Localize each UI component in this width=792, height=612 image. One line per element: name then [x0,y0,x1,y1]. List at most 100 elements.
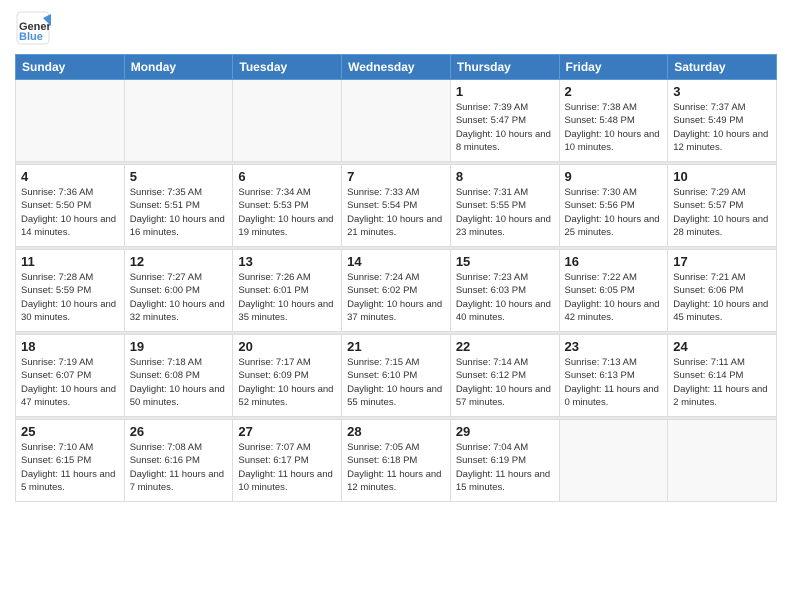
calendar-week-0: 1 Sunrise: 7:39 AM Sunset: 5:47 PM Daylig… [16,80,777,162]
calendar-cell: 7 Sunrise: 7:33 AM Sunset: 5:54 PM Daylig… [342,165,451,247]
weekday-header-friday: Friday [559,55,668,80]
calendar-cell [668,420,777,502]
calendar-cell [342,80,451,162]
calendar-table: SundayMondayTuesdayWednesdayThursdayFrid… [15,54,777,502]
day-number: 1 [456,84,554,99]
day-info: Sunrise: 7:22 AM Sunset: 6:05 PM Dayligh… [565,271,663,324]
weekday-header-monday: Monday [124,55,233,80]
weekday-header-wednesday: Wednesday [342,55,451,80]
calendar-cell: 4 Sunrise: 7:36 AM Sunset: 5:50 PM Daylig… [16,165,125,247]
calendar-week-1: 4 Sunrise: 7:36 AM Sunset: 5:50 PM Daylig… [16,165,777,247]
day-number: 20 [238,339,336,354]
day-info: Sunrise: 7:11 AM Sunset: 6:14 PM Dayligh… [673,356,771,409]
calendar-cell: 17 Sunrise: 7:21 AM Sunset: 6:06 PM Dayli… [668,250,777,332]
calendar-cell: 28 Sunrise: 7:05 AM Sunset: 6:18 PM Dayli… [342,420,451,502]
day-number: 8 [456,169,554,184]
weekday-header-sunday: Sunday [16,55,125,80]
day-number: 15 [456,254,554,269]
day-info: Sunrise: 7:35 AM Sunset: 5:51 PM Dayligh… [130,186,228,239]
calendar-cell: 24 Sunrise: 7:11 AM Sunset: 6:14 PM Dayli… [668,335,777,417]
day-info: Sunrise: 7:30 AM Sunset: 5:56 PM Dayligh… [565,186,663,239]
day-number: 9 [565,169,663,184]
day-info: Sunrise: 7:26 AM Sunset: 6:01 PM Dayligh… [238,271,336,324]
day-info: Sunrise: 7:07 AM Sunset: 6:17 PM Dayligh… [238,441,336,494]
calendar-cell: 21Sunrise: 7:15 AM Sunset: 6:10 PM Dayli… [342,335,451,417]
calendar-cell: 3 Sunrise: 7:37 AM Sunset: 5:49 PM Daylig… [668,80,777,162]
day-number: 25 [21,424,119,439]
weekday-header-tuesday: Tuesday [233,55,342,80]
calendar-cell: 18Sunrise: 7:19 AM Sunset: 6:07 PM Dayli… [16,335,125,417]
day-info: Sunrise: 7:36 AM Sunset: 5:50 PM Dayligh… [21,186,119,239]
calendar-cell: 14 Sunrise: 7:24 AM Sunset: 6:02 PM Dayli… [342,250,451,332]
calendar-cell: 26Sunrise: 7:08 AM Sunset: 6:16 PM Dayli… [124,420,233,502]
day-number: 6 [238,169,336,184]
day-info: Sunrise: 7:31 AM Sunset: 5:55 PM Dayligh… [456,186,554,239]
day-number: 19 [130,339,228,354]
day-number: 5 [130,169,228,184]
day-number: 29 [456,424,554,439]
day-info: Sunrise: 7:39 AM Sunset: 5:47 PM Dayligh… [456,101,554,154]
day-number: 17 [673,254,771,269]
calendar-cell: 1 Sunrise: 7:39 AM Sunset: 5:47 PM Daylig… [450,80,559,162]
calendar-week-3: 18Sunrise: 7:19 AM Sunset: 6:07 PM Dayli… [16,335,777,417]
day-number: 26 [130,424,228,439]
day-info: Sunrise: 7:27 AM Sunset: 6:00 PM Dayligh… [130,271,228,324]
calendar-week-4: 25 Sunrise: 7:10 AM Sunset: 6:15 PM Dayli… [16,420,777,502]
day-number: 4 [21,169,119,184]
day-info: Sunrise: 7:05 AM Sunset: 6:18 PM Dayligh… [347,441,445,494]
day-number: 27 [238,424,336,439]
day-number: 18 [21,339,119,354]
day-number: 11 [21,254,119,269]
logo-icon: General Blue [15,10,51,46]
day-number: 28 [347,424,445,439]
day-info: Sunrise: 7:37 AM Sunset: 5:49 PM Dayligh… [673,101,771,154]
day-number: 2 [565,84,663,99]
day-number: 23 [565,339,663,354]
page: General Blue SundayMondayTuesdayWednesda… [0,0,792,512]
day-number: 16 [565,254,663,269]
calendar-cell: 25 Sunrise: 7:10 AM Sunset: 6:15 PM Dayli… [16,420,125,502]
calendar-cell: 29 Sunrise: 7:04 AM Sunset: 6:19 PM Dayli… [450,420,559,502]
calendar-cell: 2Sunrise: 7:38 AM Sunset: 5:48 PM Daylig… [559,80,668,162]
day-number: 13 [238,254,336,269]
day-number: 3 [673,84,771,99]
day-info: Sunrise: 7:10 AM Sunset: 6:15 PM Dayligh… [21,441,119,494]
calendar-week-2: 11 Sunrise: 7:28 AM Sunset: 5:59 PM Dayli… [16,250,777,332]
weekday-header-thursday: Thursday [450,55,559,80]
calendar-cell: 27 Sunrise: 7:07 AM Sunset: 6:17 PM Dayli… [233,420,342,502]
calendar-cell: 12 Sunrise: 7:27 AM Sunset: 6:00 PM Dayli… [124,250,233,332]
header: General Blue [15,10,777,46]
day-info: Sunrise: 7:28 AM Sunset: 5:59 PM Dayligh… [21,271,119,324]
calendar-cell: 16 Sunrise: 7:22 AM Sunset: 6:05 PM Dayli… [559,250,668,332]
day-number: 14 [347,254,445,269]
calendar-cell: 22Sunrise: 7:14 AM Sunset: 6:12 PM Dayli… [450,335,559,417]
calendar-cell [559,420,668,502]
day-info: Sunrise: 7:24 AM Sunset: 6:02 PM Dayligh… [347,271,445,324]
weekday-header-saturday: Saturday [668,55,777,80]
day-info: Sunrise: 7:33 AM Sunset: 5:54 PM Dayligh… [347,186,445,239]
day-number: 12 [130,254,228,269]
day-info: Sunrise: 7:21 AM Sunset: 6:06 PM Dayligh… [673,271,771,324]
calendar-cell: 15 Sunrise: 7:23 AM Sunset: 6:03 PM Dayli… [450,250,559,332]
calendar-cell: 20 Sunrise: 7:17 AM Sunset: 6:09 PM Dayli… [233,335,342,417]
logo: General Blue [15,10,53,46]
calendar-cell: 6 Sunrise: 7:34 AM Sunset: 5:53 PM Daylig… [233,165,342,247]
day-info: Sunrise: 7:15 AM Sunset: 6:10 PM Dayligh… [347,356,445,409]
day-info: Sunrise: 7:23 AM Sunset: 6:03 PM Dayligh… [456,271,554,324]
day-info: Sunrise: 7:17 AM Sunset: 6:09 PM Dayligh… [238,356,336,409]
day-number: 24 [673,339,771,354]
day-number: 22 [456,339,554,354]
calendar-cell [16,80,125,162]
calendar-cell: 19Sunrise: 7:18 AM Sunset: 6:08 PM Dayli… [124,335,233,417]
calendar-cell [124,80,233,162]
calendar-cell: 10Sunrise: 7:29 AM Sunset: 5:57 PM Dayli… [668,165,777,247]
calendar-cell: 13 Sunrise: 7:26 AM Sunset: 6:01 PM Dayli… [233,250,342,332]
calendar-cell [233,80,342,162]
calendar-cell: 23 Sunrise: 7:13 AM Sunset: 6:13 PM Dayli… [559,335,668,417]
day-info: Sunrise: 7:04 AM Sunset: 6:19 PM Dayligh… [456,441,554,494]
day-info: Sunrise: 7:13 AM Sunset: 6:13 PM Dayligh… [565,356,663,409]
day-info: Sunrise: 7:29 AM Sunset: 5:57 PM Dayligh… [673,186,771,239]
day-info: Sunrise: 7:34 AM Sunset: 5:53 PM Dayligh… [238,186,336,239]
calendar-header-row: SundayMondayTuesdayWednesdayThursdayFrid… [16,55,777,80]
day-number: 7 [347,169,445,184]
